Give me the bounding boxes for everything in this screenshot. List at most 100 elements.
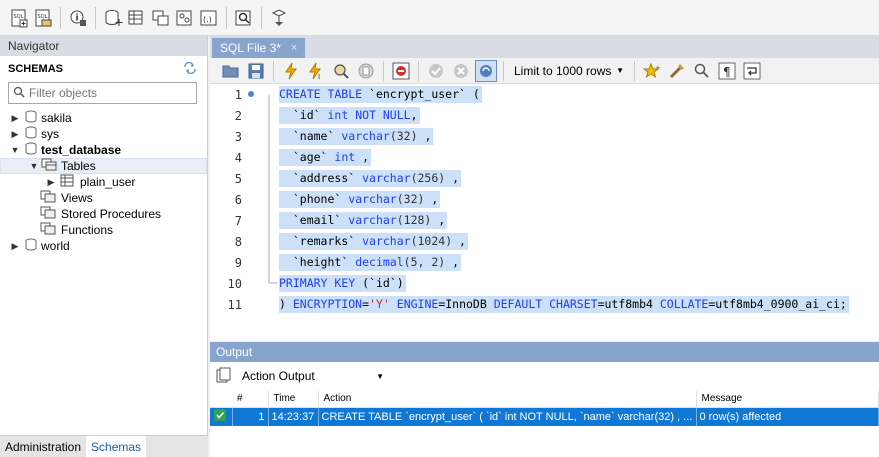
tree-item-tables[interactable]: ▼ Tables (0, 158, 207, 174)
inspector-icon[interactable]: i (67, 7, 89, 29)
tables-folder-icon (41, 158, 57, 174)
search-icon (13, 86, 25, 101)
code-text: `phone` varchar(32) , (279, 191, 441, 208)
tab-sql-file[interactable]: SQL File 3* × (212, 38, 306, 58)
open-sql-script-icon[interactable]: SQL (32, 7, 54, 29)
code-text: PRIMARY KEY (`id`) (279, 275, 406, 292)
expand-arrow-icon[interactable]: ▶ (10, 241, 20, 252)
tree-item-plain-user[interactable]: ▶ plain_user (0, 174, 207, 190)
tree-item-label: Views (61, 191, 93, 205)
find-icon[interactable] (691, 60, 713, 82)
beautify-icon[interactable] (666, 60, 688, 82)
code-text: `remarks` varchar(1024) , (279, 233, 468, 250)
fold-guide (242, 147, 279, 168)
refresh-schemas-icon[interactable] (183, 61, 197, 77)
collapse-arrow-icon[interactable]: ▼ (10, 145, 20, 155)
chevron-down-icon: ▼ (376, 371, 384, 381)
create-table-icon[interactable] (126, 7, 148, 29)
toggle-stop-on-error-icon[interactable] (390, 60, 412, 82)
add-snippet-star-icon[interactable]: + (641, 60, 663, 82)
execute-icon[interactable] (280, 60, 302, 82)
column-header-message[interactable]: Message (696, 391, 879, 408)
tab-schemas[interactable]: Schemas (86, 435, 147, 457)
line-number: 3 (234, 129, 242, 144)
column-header-num[interactable]: # (232, 391, 269, 408)
sql-editor-area: SQL File 3* × I Limit to 1000 rows ▼ + ¶ (210, 36, 879, 341)
fold-guide (242, 105, 279, 126)
execute-current-icon[interactable]: I (305, 60, 327, 82)
expand-arrow-icon[interactable]: ▶ (46, 177, 56, 188)
line-number: 6 (234, 192, 242, 207)
close-tab-icon[interactable]: × (291, 42, 297, 54)
new-sql-tab-icon[interactable]: SQL (8, 7, 30, 29)
stop-icon[interactable] (355, 60, 377, 82)
filter-objects-input[interactable] (29, 86, 189, 100)
output-header: Output (210, 342, 879, 362)
tree-item-sys[interactable]: ▶ sys (0, 126, 207, 142)
tree-item-views[interactable]: Views (0, 190, 207, 206)
collapse-arrow-icon[interactable]: ▼ (29, 161, 39, 171)
line-number: 9 (234, 255, 242, 270)
svg-text:(.): (.) (203, 15, 212, 24)
tree-item-stored-procedures[interactable]: Stored Procedures (0, 206, 207, 222)
auto-commit-icon[interactable] (475, 59, 497, 82)
code-line: 6 `phone` varchar(32) , (210, 189, 879, 210)
column-header-action[interactable]: Action (318, 391, 697, 408)
schemas-title: SCHEMAS (8, 63, 64, 75)
code-line: 2 `id` int NOT NULL, (210, 105, 879, 126)
expand-arrow-icon[interactable]: ▶ (10, 113, 20, 124)
code-text: `height` decimal(5, 2) , (279, 254, 462, 271)
create-procedure-icon[interactable] (174, 7, 196, 29)
search-table-data-icon[interactable] (233, 7, 255, 29)
success-check-icon (214, 409, 226, 424)
line-number: 10 (227, 276, 242, 291)
tree-item-functions[interactable]: Functions (0, 222, 207, 238)
commit-icon[interactable] (425, 60, 447, 82)
limit-rows-select[interactable]: Limit to 1000 rows ▼ (510, 61, 628, 81)
invisible-characters-icon[interactable]: ¶ (716, 60, 738, 82)
rollback-icon[interactable] (450, 60, 472, 82)
reconnect-icon[interactable] (268, 7, 290, 29)
svg-text:+: + (655, 64, 661, 72)
code-editor[interactable]: 1 CREATE TABLE `encrypt_user` ( 2 `id` i… (210, 84, 879, 319)
explain-icon[interactable] (330, 60, 352, 82)
row-time: 14:23:37 (268, 407, 319, 426)
limit-rows-value: Limit to 1000 rows (514, 63, 612, 78)
line-number: 4 (234, 150, 242, 165)
status-column-header (210, 391, 232, 408)
code-line: 5 `address` varchar(256) , (210, 168, 879, 189)
open-file-icon[interactable] (220, 60, 242, 82)
create-schema-icon[interactable] (102, 7, 124, 29)
line-number: 11 (227, 297, 242, 312)
chevron-down-icon: ▼ (616, 66, 624, 75)
table-icon (60, 174, 74, 190)
tree-item-test-database[interactable]: ▼ test_database (0, 142, 207, 158)
line-number: 8 (234, 234, 242, 249)
wrap-lines-icon[interactable] (741, 60, 763, 82)
create-view-icon[interactable] (150, 7, 172, 29)
tree-item-world[interactable]: ▶ world (0, 238, 207, 254)
create-function-icon[interactable]: (.) (198, 7, 220, 29)
column-header-time[interactable]: Time (268, 391, 319, 408)
code-text: `email` varchar(128) , (279, 212, 448, 229)
tree-item-label: test_database (41, 143, 122, 157)
code-text: `age` int , (279, 149, 372, 166)
copy-icon[interactable] (216, 367, 232, 386)
sql-toolbar: I Limit to 1000 rows ▼ + ¶ (210, 58, 879, 84)
fold-guide (242, 168, 279, 189)
expand-arrow-icon[interactable]: ▶ (10, 129, 20, 140)
tree-item-sakila[interactable]: ▶ sakila (0, 110, 207, 126)
line-number: 1 (234, 87, 242, 102)
output-table-header: # Time Action Message (210, 391, 879, 408)
tree-item-label: Stored Procedures (61, 207, 162, 221)
output-row[interactable]: 1 14:23:37 CREATE TABLE `encrypt_user` (… (210, 407, 879, 426)
output-type-select[interactable]: Action Output ▼ (238, 366, 388, 386)
status-cell (210, 407, 233, 426)
filter-objects-box[interactable] (8, 82, 197, 104)
fold-guide (242, 252, 279, 273)
tab-administration[interactable]: Administration (0, 436, 86, 457)
code-text: CREATE TABLE `encrypt_user` ( (279, 86, 482, 103)
tree-item-label: Functions (61, 223, 114, 237)
tree-item-label: sakila (41, 111, 72, 125)
save-icon[interactable] (245, 60, 267, 82)
